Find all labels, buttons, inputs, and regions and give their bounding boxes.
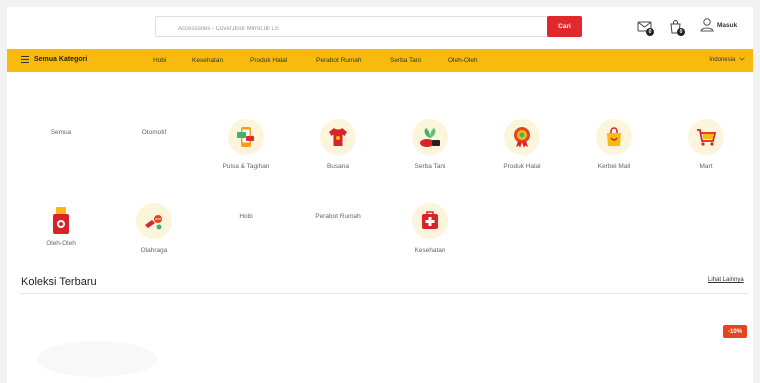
language-label: Indonesia — [709, 57, 736, 63]
discount-badge: -10% — [723, 325, 747, 338]
search-bar — [155, 16, 582, 39]
halal-badge-icon — [504, 119, 540, 155]
nav-item-kesehatan[interactable]: Kesehatan — [192, 57, 223, 64]
page: Cari 0 0 Masuk — [7, 7, 753, 383]
category-label: Oleh-Oleh — [46, 240, 76, 247]
bag-button[interactable]: 0 — [668, 19, 685, 36]
all-categories-button[interactable]: Semua Kategori — [21, 56, 87, 63]
category-label: Kerbel Mall — [597, 163, 631, 170]
mail-button[interactable]: 0 — [637, 19, 654, 36]
plant-icon — [412, 119, 448, 155]
first-aid-icon — [412, 203, 448, 239]
collection-title: Koleksi Terbaru — [21, 276, 97, 288]
category-label: Otomotif — [141, 129, 167, 136]
tshirt-icon — [320, 119, 356, 155]
search-input[interactable] — [156, 19, 582, 39]
search-button[interactable]: Cari — [547, 16, 582, 37]
nav-item-hobi[interactable]: Hobi — [153, 57, 166, 64]
category-label: Semua — [50, 129, 72, 136]
category-nav: Semua Kategori Hobi Kesehatan Produk Hal… — [7, 49, 753, 72]
category-label: Produk Halal — [503, 163, 541, 170]
top-header: Cari 0 0 Masuk — [7, 7, 753, 49]
gift-jar-icon — [43, 203, 79, 239]
language-selector[interactable]: Indonesia — [709, 57, 745, 63]
chevron-down-icon — [739, 57, 745, 61]
phone-bills-icon — [228, 119, 264, 155]
all-categories-label: Semua Kategori — [34, 56, 88, 63]
category-label: Mart — [699, 163, 713, 170]
cart-icon — [688, 119, 724, 155]
nav-item-perabot-rumah[interactable]: Perabot Rumah — [316, 57, 362, 64]
menu-icon — [21, 56, 29, 63]
category-label: Perabot Rumah — [315, 213, 361, 220]
shopping-bag-icon — [596, 119, 632, 155]
nav-item-oleh-oleh[interactable]: Oleh-Oleh — [448, 57, 478, 64]
sports-icon — [136, 203, 172, 239]
see-more-link[interactable]: Lihat Lainnya — [708, 277, 744, 283]
bag-count-badge: 0 — [677, 28, 685, 36]
product-image-placeholder — [37, 341, 157, 377]
user-icon — [700, 18, 714, 32]
account-button[interactable] — [699, 17, 715, 33]
category-label: Pulsa & Tagihan — [222, 163, 270, 170]
divider — [21, 293, 748, 294]
mail-count-badge: 0 — [646, 28, 654, 36]
category-label: Olahraga — [140, 247, 168, 254]
nav-item-serba-tani[interactable]: Serba Tani — [390, 57, 421, 64]
category-label: Kesehatan — [414, 247, 446, 254]
category-label: Hobi — [239, 213, 253, 220]
category-label: Serba Tani — [414, 163, 446, 170]
category-label: Busana — [326, 163, 350, 170]
login-link[interactable]: Masuk — [717, 22, 737, 29]
nav-item-produk-halal[interactable]: Produk Halal — [250, 57, 287, 64]
